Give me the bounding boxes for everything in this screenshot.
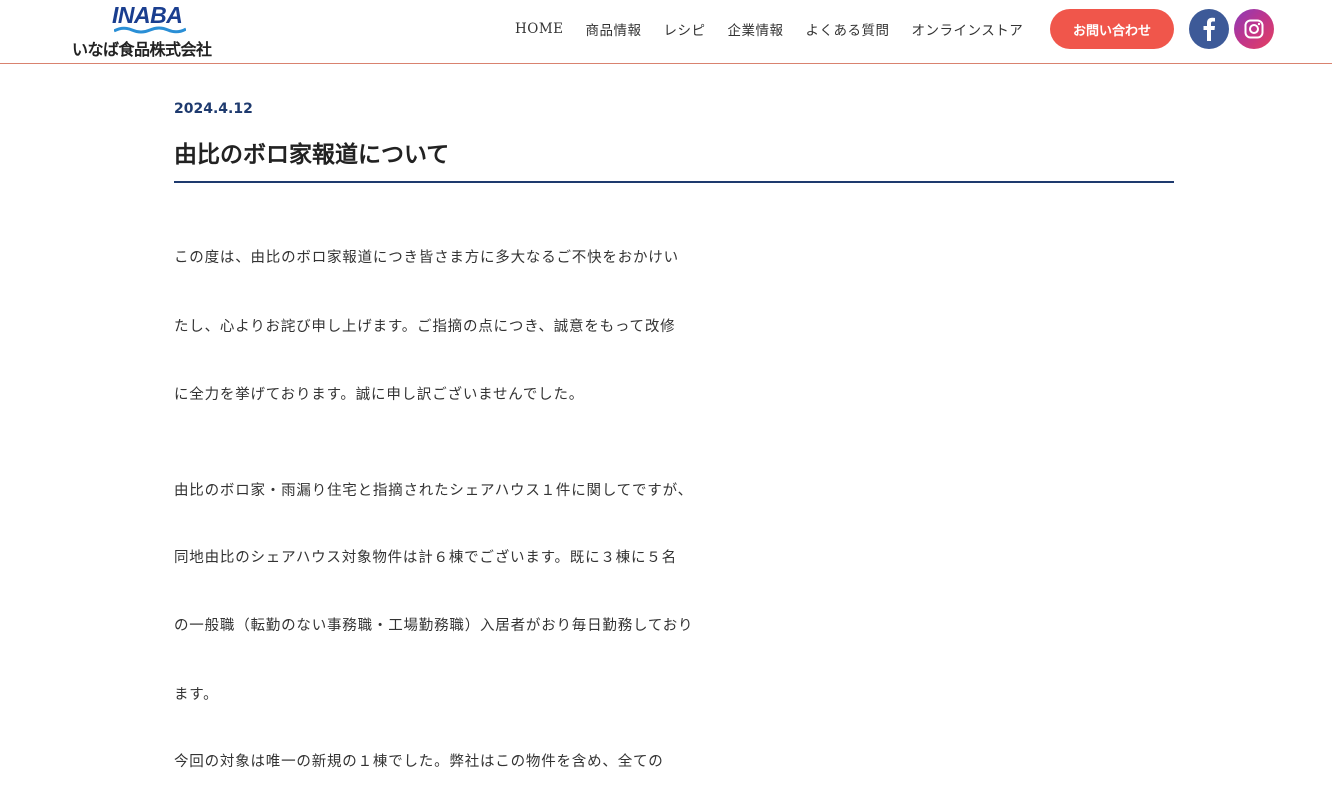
- paragraph-line: 由比のボロ家・雨漏り住宅と指摘されたシェアハウス１件に関してですが、: [174, 483, 693, 499]
- nav-recipes[interactable]: レシピ: [664, 19, 706, 39]
- contact-button[interactable]: お問い合わせ: [1050, 9, 1174, 49]
- nav-company[interactable]: 企業情報: [728, 19, 784, 39]
- article-date: 2024.4.12: [174, 101, 253, 117]
- paragraph-line: 今回の対象は唯一の新規の１棟でした。弊社はこの物件を含め、全ての: [174, 754, 664, 770]
- instagram-link[interactable]: [1234, 9, 1274, 49]
- facebook-link[interactable]: [1189, 9, 1229, 49]
- nav-products[interactable]: 商品情報: [586, 19, 642, 39]
- title-divider: [174, 181, 1174, 183]
- nav-home[interactable]: HOME: [515, 21, 564, 37]
- nav-online-store[interactable]: オンラインストア: [912, 19, 1024, 39]
- paragraph-line: の一般職（転勤のない事務職・工場勤務職）入居者がおり毎日勤務しており: [174, 618, 694, 634]
- paragraph-line: たし、心よりお詫び申し上げます。ご指摘の点につき、誠意をもって改修: [174, 319, 676, 335]
- paragraph-line: ます。: [174, 687, 219, 703]
- logo-japanese: いなば食品株式会社: [72, 40, 212, 59]
- nav-faq[interactable]: よくある質問: [806, 19, 890, 39]
- site-header: INABA いなば食品株式会社 HOME 商品情報 レシピ 企業情報 よくある質…: [0, 0, 1332, 64]
- logo-wave-icon: [114, 26, 186, 34]
- logo-english: INABA: [112, 2, 183, 28]
- article-title: 由比のボロ家報道について: [174, 142, 450, 168]
- paragraph-line: に全力を挙げております。誠に申し訳ございませんでした。: [174, 387, 585, 403]
- instagram-icon: [1244, 19, 1264, 39]
- main-nav: HOME 商品情報 レシピ 企業情報 よくある質問 オンラインストア: [504, 0, 1034, 58]
- paragraph-line: 同地由比のシェアハウス対象物件は計６棟でございます。既に３棟に５名: [174, 550, 677, 566]
- paragraph-line: この度は、由比のボロ家報道につき皆さま方に多大なるご不快をおかけい: [174, 250, 679, 266]
- company-logo[interactable]: INABA いなば食品株式会社: [72, 2, 232, 60]
- facebook-icon: [1203, 17, 1215, 41]
